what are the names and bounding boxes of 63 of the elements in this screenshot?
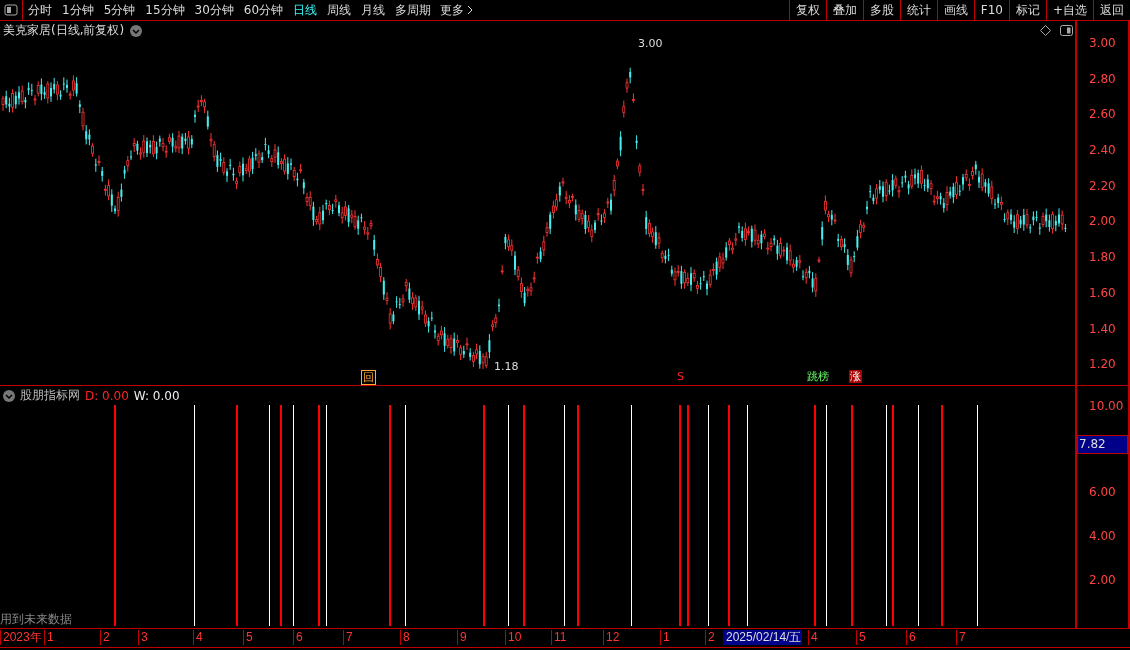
date-label: 1 — [44, 630, 55, 645]
date-label: 4 — [808, 630, 819, 645]
chevron-down-icon[interactable] — [130, 25, 142, 37]
chevron-right-icon — [467, 5, 474, 15]
period-tab[interactable]: 多周期 — [390, 0, 437, 20]
axis-label: 2.80 — [1089, 71, 1116, 88]
period-tab[interactable]: 60分钟 — [238, 0, 289, 20]
period-tab[interactable]: 30分钟 — [189, 0, 239, 20]
d-reading: D: 0.00 — [85, 388, 129, 403]
date-label: 7 — [956, 630, 967, 645]
event-marker[interactable]: 涨 — [849, 370, 862, 383]
event-marker[interactable]: 跳榜 — [806, 370, 830, 383]
date-label: 8 — [400, 630, 411, 645]
axis-label: 2.00 — [1089, 572, 1116, 589]
panel-toggle-icon[interactable] — [1060, 25, 1073, 36]
date-label: 9 — [457, 630, 468, 645]
indicator-title: 股朋指标网 — [20, 387, 80, 404]
date-label: 2023年 — [0, 630, 43, 645]
date-label: 4 — [193, 630, 204, 645]
axis-label: 1.60 — [1089, 285, 1116, 302]
period-tab[interactable]: 月线 — [356, 0, 391, 20]
axis-label: 3.00 — [1089, 35, 1116, 52]
future-data-note: 用到未来数据 — [0, 611, 72, 628]
event-marker[interactable]: 回 — [361, 370, 376, 385]
date-label: 2 — [100, 630, 111, 645]
period-tab[interactable]: 日线 — [288, 0, 323, 20]
date-label: 3 — [138, 630, 149, 645]
chart-title: 美克家居(日线,前复权) — [3, 22, 125, 39]
axis-label: 2.60 — [1089, 106, 1116, 123]
axis-label: 2.40 — [1089, 142, 1116, 159]
price-mark: 1.18 — [494, 360, 519, 373]
panel-toggle-icon — [4, 4, 18, 16]
more-menu[interactable]: 更多 — [436, 0, 478, 20]
date-label: 5 — [243, 630, 254, 645]
axis-label: 4.00 — [1089, 528, 1116, 545]
date-label: 10 — [505, 630, 523, 645]
axis-label: 1.20 — [1089, 356, 1116, 373]
axis-label: 2.00 — [1089, 213, 1116, 230]
period-tab[interactable]: 分时 — [23, 0, 57, 20]
date-label: 1 — [660, 630, 671, 645]
period-tab[interactable]: 15分钟 — [140, 0, 190, 20]
w-reading: W: 0.00 — [133, 388, 180, 403]
date-label: 7 — [343, 630, 354, 645]
axis-label: 1.80 — [1089, 249, 1116, 266]
date-label: 2025/02/14/五 — [723, 630, 803, 645]
axis-label: 1.40 — [1089, 321, 1116, 338]
diamond-icon[interactable] — [1040, 25, 1051, 36]
date-label: 11 — [551, 630, 568, 645]
date-label: 12 — [603, 630, 621, 645]
axis-label: 10.00 — [1089, 398, 1124, 415]
period-tab[interactable]: 周线 — [322, 0, 357, 20]
date-label: 6 — [293, 630, 304, 645]
date-label: 2 — [705, 630, 716, 645]
date-label: 5 — [856, 630, 867, 645]
event-marker[interactable]: S — [676, 370, 685, 383]
period-tab[interactable]: 5分钟 — [98, 0, 141, 20]
date-label: 6 — [906, 630, 917, 645]
period-tab[interactable]: 1分钟 — [57, 0, 99, 20]
price-mark: 3.00 — [638, 37, 663, 50]
chevron-down-icon[interactable] — [3, 389, 15, 402]
axis-label: 7.82 — [1077, 435, 1128, 454]
axis-label: 2.20 — [1089, 178, 1116, 195]
axis-label: 6.00 — [1089, 484, 1116, 501]
